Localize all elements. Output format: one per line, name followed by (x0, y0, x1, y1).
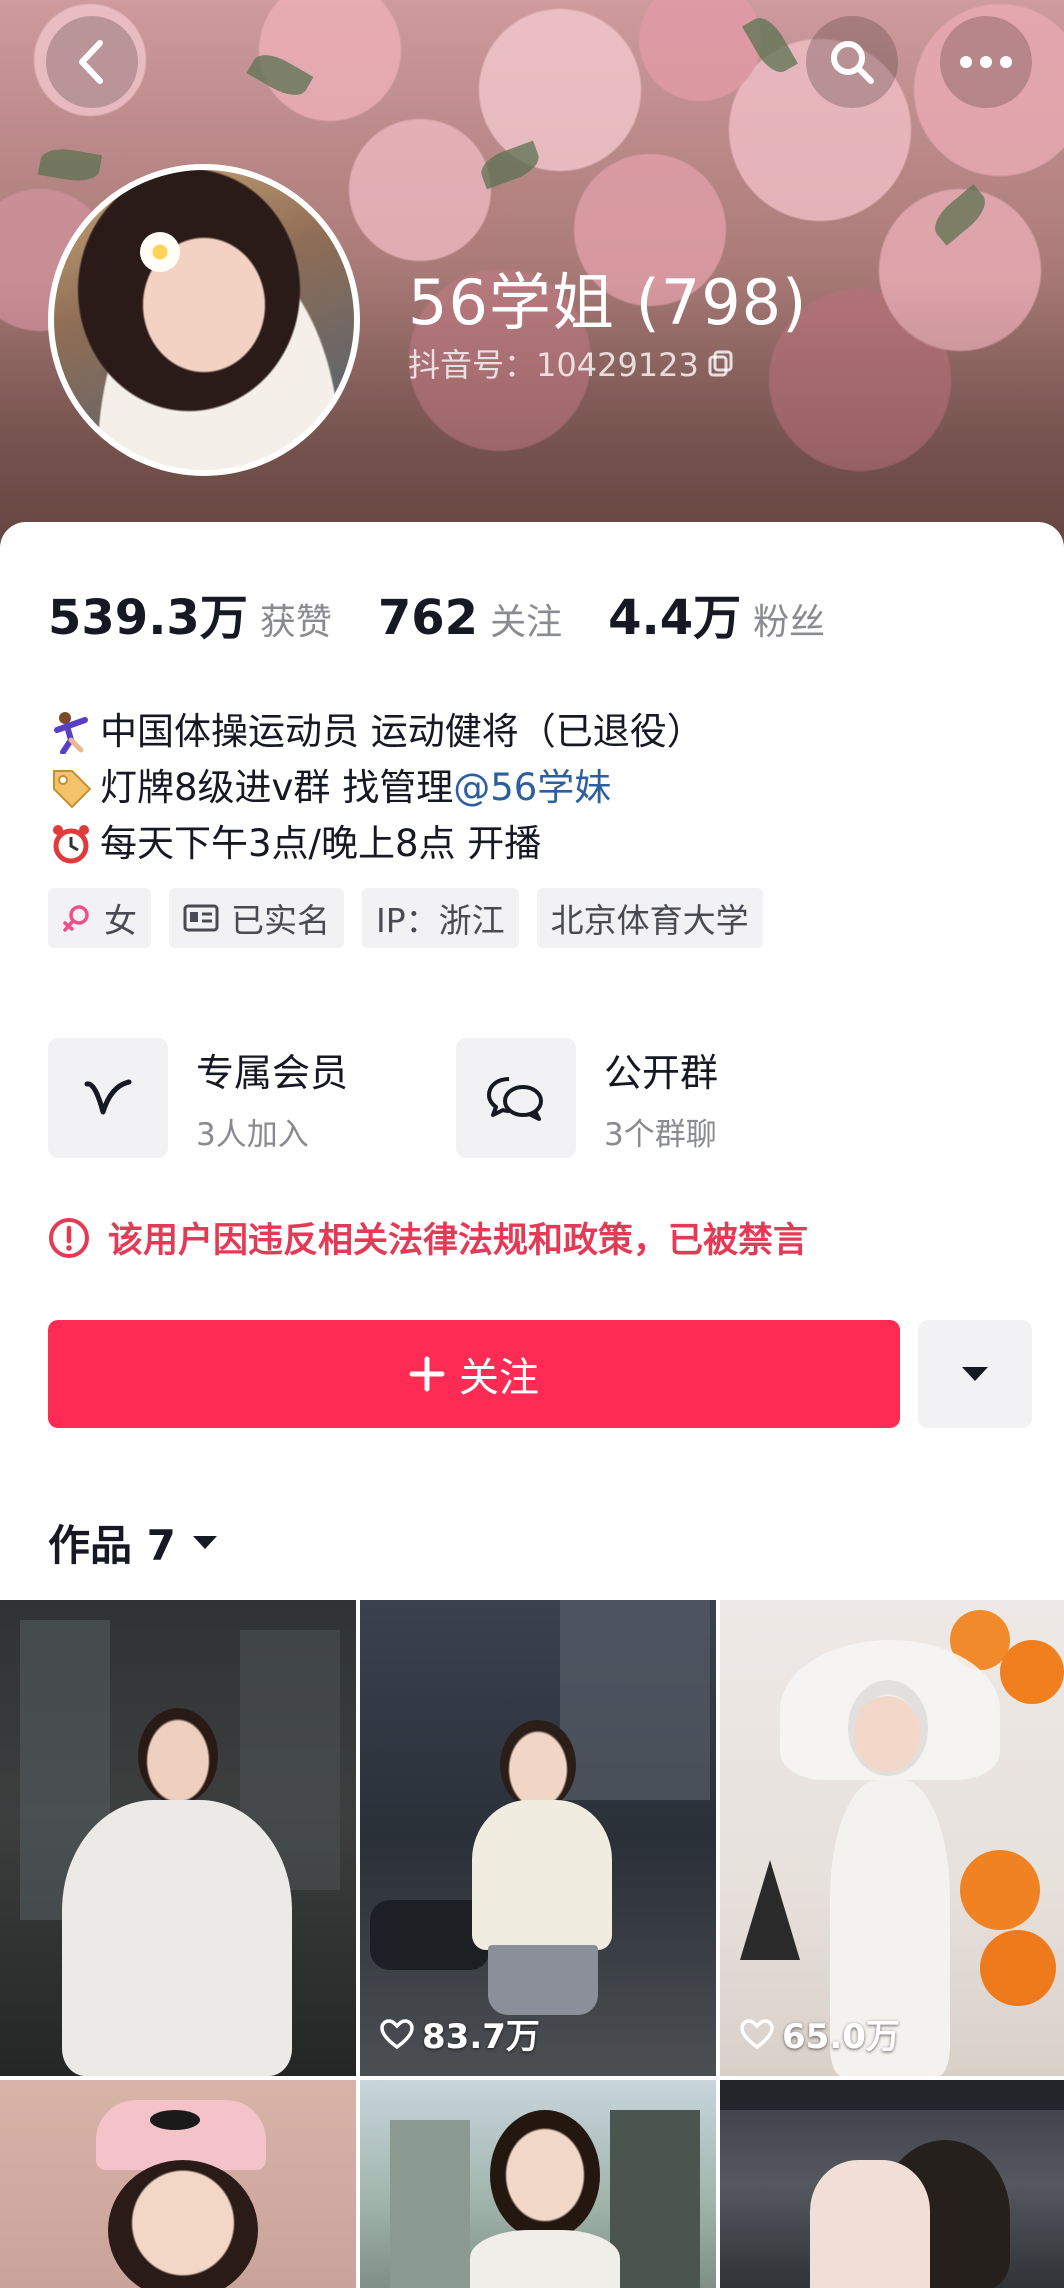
caret-down-icon (962, 1367, 988, 1381)
follow-label: 关注 (459, 1355, 539, 1401)
stats-row: 539.3万 获赞 762 关注 4.4万 粉丝 (48, 578, 871, 648)
video-tile[interactable] (0, 1600, 356, 2076)
ip-label: IP：浙江 (376, 901, 505, 940)
douyin-id[interactable]: 抖音号：10429123 (408, 340, 735, 386)
verified-label: 已实名 (231, 901, 330, 940)
following-label[interactable]: 关注 (490, 593, 562, 645)
bio-line-2: 灯牌8级进v群 找管理 @56学妹 (48, 760, 1028, 816)
followers-count[interactable]: 4.4万 (608, 578, 741, 648)
video-likes-count: 65.0万 (782, 2017, 900, 2057)
vip-title: 专属会员 (196, 1051, 349, 1095)
works-tab[interactable]: 作品 7 (48, 1512, 218, 1573)
ip-tag: IP：浙江 (362, 888, 519, 948)
following-count[interactable]: 762 (378, 590, 478, 646)
video-likes: 83.7万 (380, 2009, 540, 2058)
video-tile[interactable] (360, 2080, 716, 2288)
heart-icon (740, 2018, 774, 2049)
bio-text-2: 灯牌8级进v群 找管理 (100, 766, 454, 809)
works-tab-label: 作品 7 (48, 1521, 176, 1570)
public-group-title: 公开群 (604, 1051, 719, 1095)
video-tile[interactable]: 83.7万 (360, 1600, 716, 2076)
warning-icon (49, 1217, 89, 1258)
more-icon (960, 56, 1012, 68)
bio-text-3: 每天下午3点/晚上8点 开播 (100, 822, 542, 865)
search-icon (831, 41, 874, 84)
more-button[interactable] (940, 16, 1032, 108)
video-grid: 83.7万 65.0万 (0, 1600, 1064, 2288)
back-button[interactable] (46, 16, 138, 108)
groups-row: 专属会员 3人加入 公开群 3个群聊 (48, 1038, 820, 1158)
followers-label[interactable]: 粉丝 (753, 593, 825, 645)
video-likes-count: 83.7万 (422, 2017, 540, 2057)
vip-subtitle: 3人加入 (196, 1117, 309, 1153)
vip-v-icon (48, 1038, 168, 1158)
school-tag[interactable]: 北京体育大学 (536, 888, 763, 948)
back-icon (79, 40, 103, 84)
warning-text: 该用户因违反相关法律法规和政策，已被禁言 (108, 1221, 809, 1261)
id-card-icon (183, 904, 219, 932)
tags-row: 女 已实名 IP：浙江 北京体育大学 (48, 888, 763, 948)
heart-icon (380, 2018, 414, 2049)
video-tile[interactable] (720, 2080, 1064, 2288)
gender-label: 女 (104, 901, 137, 940)
public-group-entry[interactable]: 公开群 3个群聊 (456, 1038, 820, 1158)
school-label: 北京体育大学 (550, 901, 749, 940)
gender-tag: 女 (48, 888, 151, 948)
follow-button[interactable]: 关注 (48, 1320, 900, 1428)
profile-card: 539.3万 获赞 762 关注 4.4万 粉丝 中国体操运动员 运动健将（已退… (0, 522, 1064, 1602)
recommend-dropdown-button[interactable] (918, 1320, 1032, 1428)
video-tile[interactable] (0, 2080, 356, 2288)
plus-icon (409, 1356, 445, 1392)
bio: 中国体操运动员 运动健将（已退役） 灯牌8级进v群 找管理 @56学妹 每天下午… (48, 704, 1028, 872)
bio-text-1: 中国体操运动员 运动健将（已退役） (100, 710, 704, 753)
video-tile[interactable]: 65.0万 (720, 1600, 1064, 2076)
ban-warning: 该用户因违反相关法律法规和政策，已被禁言 (48, 1212, 808, 1263)
video-likes: 65.0万 (740, 2009, 900, 2058)
flower-decoration (140, 232, 180, 272)
bio-line-1: 中国体操运动员 运动健将（已退役） (48, 704, 1028, 760)
search-button[interactable] (806, 16, 898, 108)
likes-count: 539.3万 (48, 590, 248, 646)
mention-link[interactable]: @56学妹 (453, 760, 611, 816)
copy-icon[interactable] (707, 349, 735, 377)
nickname: 56学姐 (798) (408, 266, 808, 339)
vip-membership-entry[interactable]: 专属会员 3人加入 (48, 1038, 412, 1158)
group-chat-icon (456, 1038, 576, 1158)
label-tag-emoji-icon (48, 765, 94, 811)
likes-label: 获赞 (259, 602, 332, 643)
public-group-subtitle: 3个群聊 (604, 1117, 717, 1153)
caret-down-icon (192, 1535, 217, 1549)
alarm-clock-emoji-icon (48, 821, 94, 867)
female-icon (63, 905, 89, 932)
douyin-id-text: 抖音号：10429123 (408, 346, 699, 384)
gymnast-emoji-icon (48, 709, 94, 755)
avatar[interactable] (48, 164, 360, 476)
verified-tag: 已实名 (169, 888, 344, 948)
bio-line-3: 每天下午3点/晚上8点 开播 (48, 816, 1028, 872)
